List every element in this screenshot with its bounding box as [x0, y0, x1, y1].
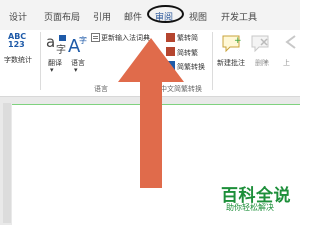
separator	[40, 32, 41, 90]
previous-comment-icon[interactable]	[283, 35, 299, 49]
translate-dropdown-icon[interactable]: ▾	[50, 66, 54, 74]
tab-references[interactable]: 引用	[93, 10, 111, 23]
language-dropdown-icon[interactable]: ▾	[74, 66, 78, 74]
review-tab-highlight-circle	[147, 5, 184, 23]
tab-developer[interactable]: 开发工具	[221, 10, 257, 23]
previous-comment-label[interactable]: 上	[283, 58, 290, 68]
svg-text:字: 字	[79, 35, 87, 45]
svg-text:+: +	[234, 36, 242, 46]
tab-page-layout[interactable]: 页面布局	[44, 10, 80, 23]
up-arrow-annotation	[118, 38, 184, 188]
language-icon[interactable]: A 字	[67, 32, 89, 56]
svg-text:字: 字	[56, 43, 66, 55]
update-ime-icon	[91, 33, 100, 42]
tab-design[interactable]: 设计	[9, 10, 27, 23]
new-comment-icon[interactable]: +	[221, 33, 243, 55]
new-comment-button[interactable]: 新建批注	[217, 58, 245, 68]
ribbon-tab-bar: 设计 页面布局 引用 邮件 审阅 视图 开发工具	[0, 0, 300, 30]
language-group-label: 语言	[94, 85, 108, 93]
word-count-button[interactable]: 字数统计	[4, 55, 32, 65]
tab-view[interactable]: 视图	[189, 10, 207, 23]
translate-icon[interactable]: a 字	[45, 33, 67, 55]
vertical-ruler	[3, 103, 11, 223]
delete-comment-icon[interactable]	[250, 33, 272, 55]
svg-text:a: a	[46, 33, 55, 51]
watermark-subtitle: 助你轻松解决	[226, 203, 274, 212]
delete-dropdown-icon[interactable]: ▾	[264, 58, 268, 66]
tab-mailings[interactable]: 邮件	[124, 10, 142, 23]
separator	[212, 32, 213, 90]
word-count-icon: ABC 123	[8, 32, 27, 49]
